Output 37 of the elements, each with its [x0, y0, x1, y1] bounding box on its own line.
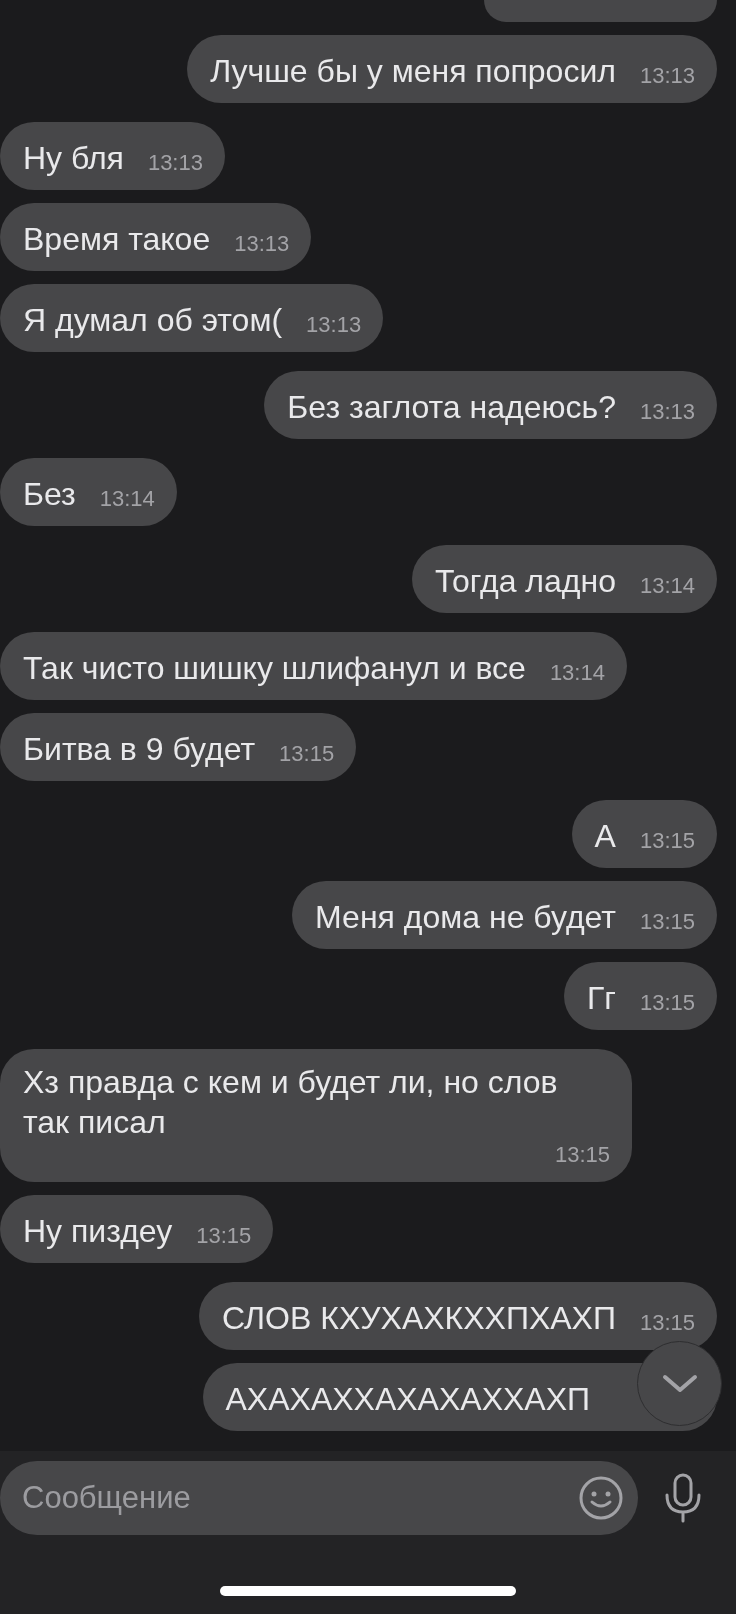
- message-text: Так чисто шишку шлифанул и все: [23, 649, 526, 688]
- message-text: Время такое: [23, 220, 211, 259]
- message-time: 13:13: [234, 231, 290, 258]
- message-time: 13:13: [147, 150, 203, 177]
- message-text: Гг: [586, 979, 616, 1018]
- message-text: Ну пиздеу: [23, 1212, 173, 1251]
- message-text: Я думал об этом(: [23, 301, 283, 340]
- message-time: 13:15: [639, 1310, 695, 1337]
- microphone-button[interactable]: [663, 1473, 703, 1523]
- smiley-icon[interactable]: [578, 1475, 624, 1521]
- message-field[interactable]: Сообщение: [0, 1461, 638, 1535]
- message-text: АХАХАХХАХАХАХХАХП: [225, 1380, 590, 1419]
- message-text: Тогда ладно: [434, 562, 616, 601]
- message-time: 13:15: [639, 990, 695, 1017]
- message-time: 13:13: [639, 63, 695, 90]
- message-text: Ну бля: [23, 139, 124, 178]
- message-text: СЛОВ КХУХАХКХХПХАХП: [222, 1299, 616, 1338]
- message-text: А: [594, 817, 616, 856]
- message-time: 13:13: [306, 312, 362, 339]
- message-time: 13:14: [99, 486, 155, 513]
- message-text: Без заглота надеюсь?: [287, 388, 616, 427]
- message-time: 13:15: [554, 1142, 610, 1169]
- message-text: Меня дома не будет: [315, 898, 616, 937]
- message-time: 13:15: [639, 828, 695, 855]
- message-text: Без: [23, 475, 76, 514]
- message-text: Битва в 9 будет: [23, 730, 256, 769]
- message-time: 13:15: [279, 741, 335, 768]
- message-text: Лучше бы у меня попросил: [210, 52, 616, 91]
- message-time: 13:15: [639, 909, 695, 936]
- message-time: 13:14: [639, 573, 695, 600]
- message-text: Хз правда с кем и будет ли, но слов так писал: [23, 1063, 559, 1142]
- microphone-icon: [663, 1473, 703, 1523]
- message-input[interactable]: Сообщение: [22, 1480, 578, 1516]
- message-time: 13:15: [196, 1223, 252, 1250]
- message-time: 13:13: [639, 399, 695, 426]
- message-time: 13:14: [549, 660, 605, 687]
- chevron-down-icon: [661, 1373, 698, 1394]
